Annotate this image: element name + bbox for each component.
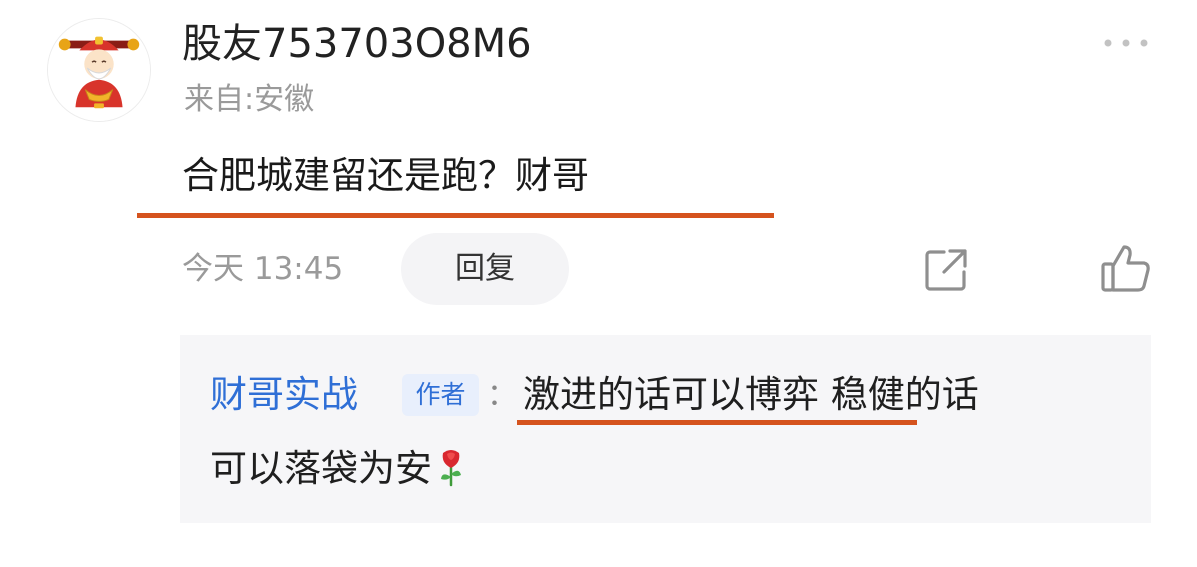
reply-button[interactable]: 回复: [401, 233, 569, 305]
reply-text-line-2-content: 可以落袋为安: [210, 447, 432, 490]
like-thumbs-up-icon[interactable]: [1100, 242, 1152, 294]
username[interactable]: 股友753703O8M6: [182, 18, 532, 70]
comment-text: 合肥城建留还是跑？财哥: [182, 154, 589, 197]
author-reply-box: [180, 335, 1151, 523]
timestamp: 今天 13:45: [182, 251, 344, 287]
location-label: 来自:安徽: [184, 82, 315, 117]
reply-text-line-1: 激进的话可以博弈 稳健的话: [523, 373, 979, 416]
highlight-underline-reply: [517, 420, 917, 425]
reply-author-name[interactable]: 财哥实战: [210, 370, 358, 420]
share-icon[interactable]: [922, 246, 970, 294]
reply-text-line-2: 可以落袋为安: [210, 444, 466, 494]
author-badge: 作者: [402, 374, 479, 416]
rose-icon: [441, 450, 461, 487]
highlight-underline: [137, 213, 774, 218]
reply-colon: ：: [487, 378, 517, 413]
more-options-icon[interactable]: [1100, 30, 1152, 56]
user-avatar[interactable]: [47, 18, 151, 122]
fortune-god-avatar-icon: [48, 19, 150, 121]
